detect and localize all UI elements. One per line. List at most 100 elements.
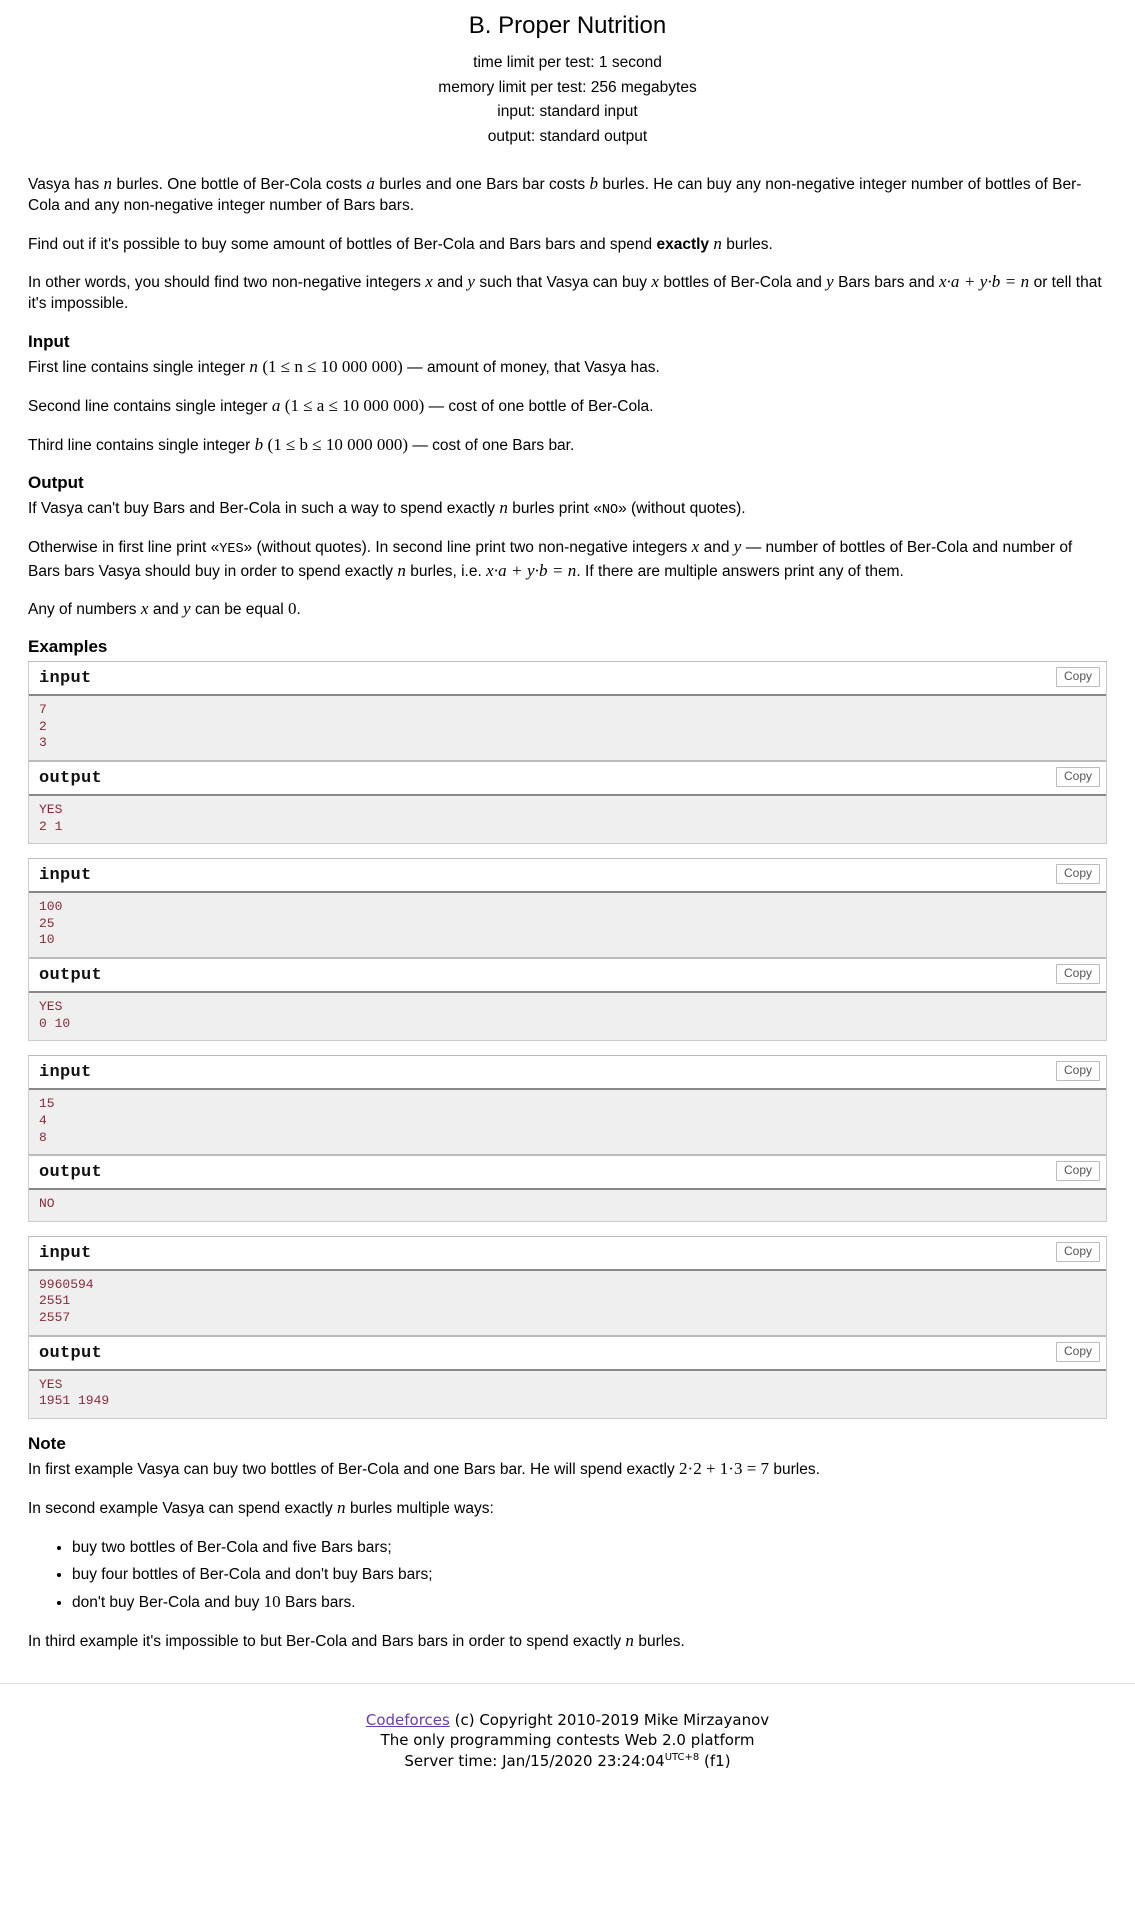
copy-output-button[interactable]: Copy <box>1055 964 1100 985</box>
sample-test-block: input Copy 15 4 8 output Copy NO <box>28 1055 1107 1222</box>
copy-output-button[interactable]: Copy <box>1055 1161 1100 1182</box>
output-text: can be equal <box>190 601 289 619</box>
constraint-b: (1 ≤ b ≤ 10 000 000) <box>267 434 409 454</box>
list-item-text: don't buy Ber-Cola and buy <box>72 1594 264 1612</box>
list-item: buy four bottles of Ber-Cola and don't b… <box>72 1563 1107 1586</box>
output-paragraph-3: Any of numbers x and y can be equal 0. <box>28 598 1107 621</box>
input-line-2: Second line contains single integer a (1… <box>28 395 1107 418</box>
sample-test-block: input Copy 9960594 2551 2557 output Copy… <box>28 1235 1107 1419</box>
legend-text: burles. <box>721 235 773 253</box>
var-n: n <box>397 560 406 580</box>
sample-input-header: input Copy <box>29 1236 1106 1271</box>
list-item-text: buy four bottles of Ber-Cola and don't b… <box>72 1566 433 1584</box>
note-text: burles. <box>634 1632 685 1650</box>
sample-input-label: input <box>39 1243 92 1263</box>
footer-tagline: The only programming contests Web 2.0 pl… <box>380 1731 755 1750</box>
copy-output-button[interactable]: Copy <box>1055 766 1100 787</box>
legend-text: In other words, you should find two non-… <box>28 274 426 292</box>
output-text: and <box>148 601 183 619</box>
output-text: Otherwise in first line print « <box>28 539 220 557</box>
literal-no: NO <box>601 503 619 519</box>
legend-paragraph-2: Find out if it's possible to buy some am… <box>28 233 1107 256</box>
sample-input-header: input Copy <box>29 1056 1106 1091</box>
footer-server-time: Server time: Jan/15/2020 23:24:04UTC+8 (… <box>0 1751 1135 1772</box>
constraint-a: (1 ≤ a ≤ 10 000 000) <box>284 395 425 415</box>
note-paragraph-3: In third example it's impossible to but … <box>28 1630 1107 1653</box>
formula-equation: x·a + y·b = n <box>938 272 1030 292</box>
var-n: n <box>625 1630 635 1650</box>
var-n: n <box>713 233 722 253</box>
output-text: . If there are multiple answers print an… <box>576 562 904 580</box>
legend-text: Bars bars and <box>833 274 939 292</box>
problem-statement: Vasya has n burles. One bottle of Ber-Co… <box>0 173 1135 1653</box>
literal-yes: YES <box>219 542 244 558</box>
server-time-timezone: UTC+8 <box>664 1752 700 1763</box>
note-text: In third example it's impossible to but … <box>28 1632 626 1650</box>
legend-text: bottles of Ber-Cola and <box>659 274 827 292</box>
output-text: burles print « <box>507 500 602 518</box>
footer-copyright-line: Codeforces (c) Copyright 2010-2019 Mike … <box>0 1710 1135 1731</box>
sample-output-label: output <box>39 768 103 788</box>
output-file-line: output: standard output <box>487 127 648 145</box>
legend-text: and <box>432 274 468 292</box>
formula-first-example: 2·2 + 1·3 = 7 <box>679 1459 770 1479</box>
sample-output-data: YES 2 1 <box>29 795 1106 844</box>
copy-input-button[interactable]: Copy <box>1055 667 1100 688</box>
sample-output-data: YES 1951 1949 <box>29 1370 1106 1418</box>
var-n: n <box>499 498 508 518</box>
sample-input-header: input Copy <box>29 662 1106 697</box>
copy-input-button[interactable]: Copy <box>1055 1241 1100 1262</box>
output-text: » (without quotes). In second line print… <box>243 539 692 557</box>
output-text: . <box>296 601 301 619</box>
server-time-host: (f1) <box>699 1752 731 1770</box>
note-text: burles. <box>769 1461 820 1479</box>
constraint-n: (1 ≤ n ≤ 10 000 000) <box>262 356 403 376</box>
time-limit-line: time limit per test: 1 second <box>473 54 662 72</box>
codeforces-link[interactable]: Codeforces <box>366 1711 450 1729</box>
output-text: » (without quotes). <box>618 500 746 518</box>
output-text: If Vasya can't buy Bars and Ber-Cola in … <box>28 500 500 518</box>
note-paragraph-1: In first example Vasya can buy two bottl… <box>28 1458 1107 1481</box>
sample-output-label: output <box>39 966 103 986</box>
input-section-heading: Input <box>28 331 70 351</box>
sample-test-block: input Copy 100 25 10 output Copy YES 0 1… <box>28 858 1107 1042</box>
var-x: x <box>651 272 660 292</box>
sample-input-label: input <box>39 669 92 689</box>
page-title: B. Proper Nutrition <box>468 12 667 39</box>
sample-input-label: input <box>39 1063 92 1083</box>
list-item-text: buy two bottles of Ber-Cola and five Bar… <box>72 1538 392 1556</box>
var-x: x <box>140 599 149 619</box>
sample-output-label: output <box>39 1343 103 1363</box>
note-paragraph-2: In second example Vasya can spend exactl… <box>28 1497 1107 1520</box>
copy-input-button[interactable]: Copy <box>1055 1061 1100 1082</box>
list-item: buy two bottles of Ber-Cola and five Bar… <box>72 1536 1107 1559</box>
output-text: burles, i.e. <box>405 562 487 580</box>
input-line-3: Third line contains single integer b (1 … <box>28 434 1107 457</box>
sample-output-header: output Copy <box>29 760 1106 796</box>
note-text: burles multiple ways: <box>345 1499 494 1517</box>
var-b: b <box>589 174 599 194</box>
legend-text: burles. One bottle of Ber-Cola costs <box>112 176 367 194</box>
output-paragraph-1: If Vasya can't buy Bars and Ber-Cola in … <box>28 497 1107 520</box>
legend-paragraph-1: Vasya has n burles. One bottle of Ber-Co… <box>28 173 1107 217</box>
legend-text: burles and one Bars bar costs <box>374 176 590 194</box>
list-item-text: Bars bars. <box>280 1594 356 1612</box>
copy-input-button[interactable]: Copy <box>1055 864 1100 885</box>
sample-output-label: output <box>39 1163 103 1183</box>
note-bullet-list: buy two bottles of Ber-Cola and five Bar… <box>28 1536 1107 1614</box>
formula-equation: x·a + y·b = n <box>486 560 577 580</box>
note-text: In second example Vasya can spend exactl… <box>28 1499 338 1517</box>
problem-header: B. Proper Nutrition time limit per test:… <box>0 0 1135 149</box>
legend-text: Find out if it's possible to buy some am… <box>28 235 657 253</box>
var-n: n <box>103 174 113 194</box>
page-footer: Codeforces (c) Copyright 2010-2019 Mike … <box>0 1684 1135 1772</box>
input-line-1: First line contains single integer n (1 … <box>28 356 1107 379</box>
var-y: y <box>826 272 834 292</box>
memory-limit-line: memory limit per test: 256 megabytes <box>438 78 697 96</box>
sample-tests-container: input Copy 7 2 3 output Copy YES 2 1 inp… <box>28 661 1107 1419</box>
output-paragraph-2: Otherwise in first line print «YES» (wit… <box>28 536 1107 582</box>
sample-input-data: 100 25 10 <box>29 893 1106 959</box>
legend-text: Vasya has <box>28 176 104 194</box>
input-text: — cost of one Bars bar. <box>408 436 575 454</box>
copy-output-button[interactable]: Copy <box>1055 1341 1100 1362</box>
